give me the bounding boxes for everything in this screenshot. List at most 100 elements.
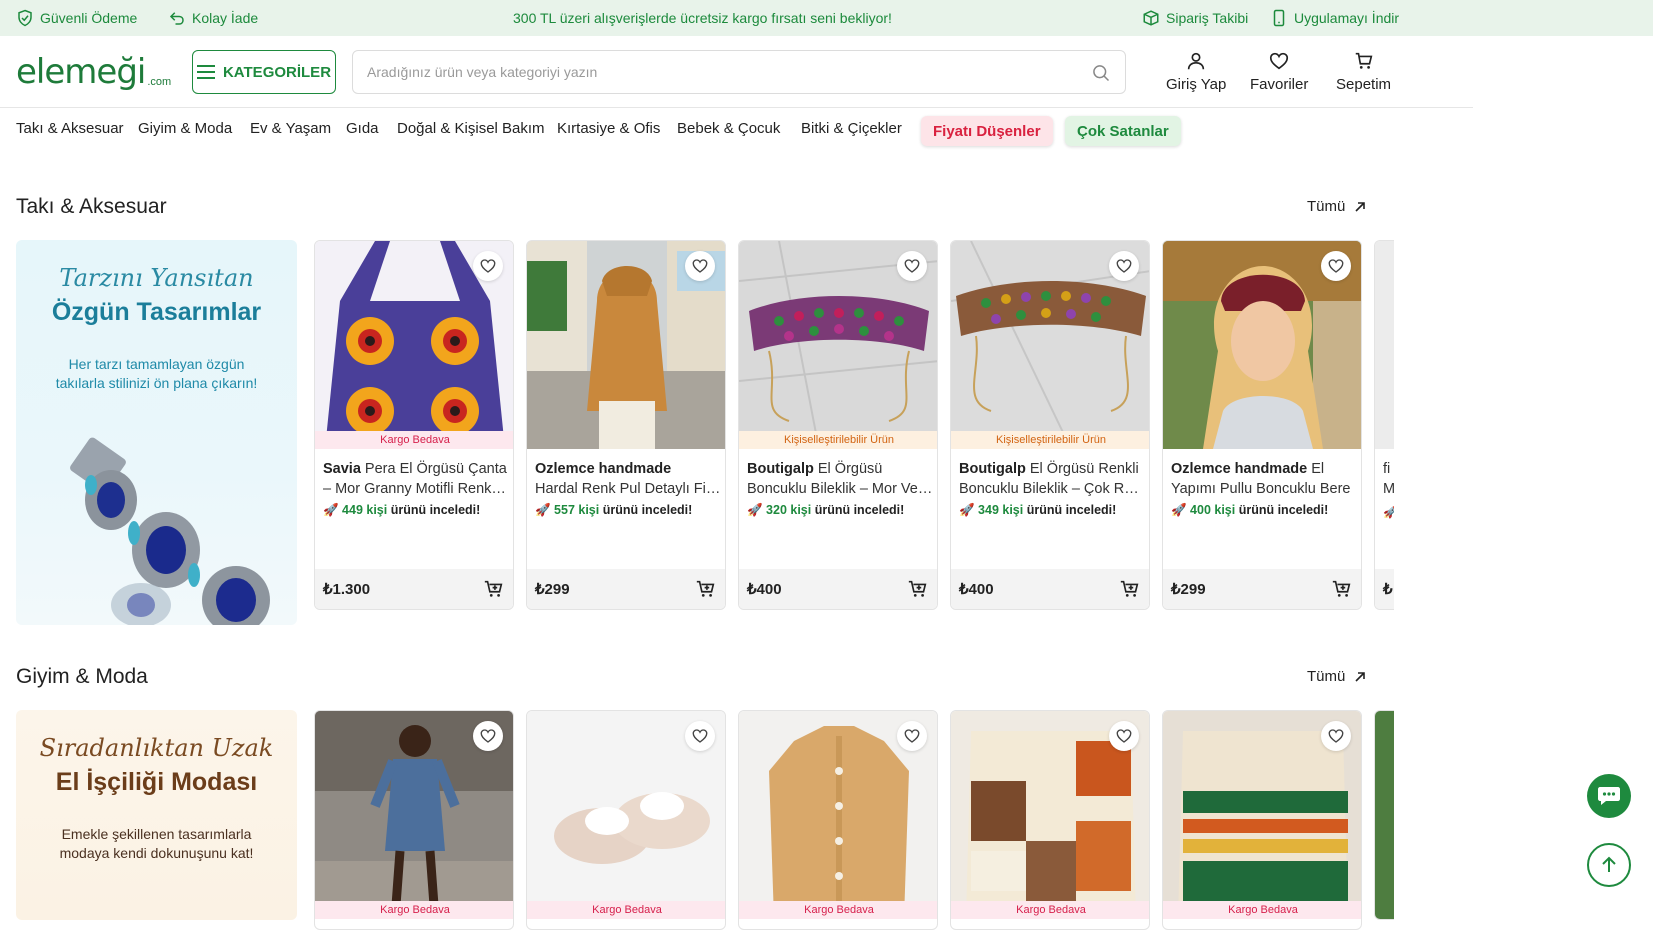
favorite-button[interactable] (685, 251, 715, 281)
download-app-link[interactable]: Uygulamayı İndir (1270, 0, 1399, 36)
nav-link-clothing[interactable]: Giyim & Moda (138, 120, 232, 137)
nav-link-plants[interactable]: Bitki & Çiçekler (801, 120, 902, 137)
top-info-bar: Güvenli Ödeme Kolay İade 300 TL üzeri al… (0, 0, 1653, 36)
jewelry-promo-banner[interactable]: Tarzını Yansıtan Özgün Tasarımlar Her ta… (16, 240, 297, 625)
product-card-partial[interactable] (1374, 710, 1394, 920)
heart-icon (480, 259, 496, 273)
favorite-button[interactable] (685, 721, 715, 751)
clothing-promo-banner[interactable]: Sıradanlıktan Uzak El İşçiliği Modası Em… (16, 710, 297, 920)
arrow-up-right-icon (1355, 671, 1366, 682)
heart-icon (692, 259, 708, 273)
add-to-cart-icon[interactable] (695, 578, 717, 600)
favorite-button[interactable] (1109, 721, 1139, 751)
site-logo[interactable]: elemeği .com (16, 50, 171, 90)
product-price: ₺400 (959, 581, 994, 598)
card-footer: ₺299 (527, 569, 725, 609)
banner-bold-text: El İşçiliği Modası (55, 768, 258, 796)
nav-link-jewelry[interactable]: Takı & Aksesuar (16, 120, 124, 137)
product-card[interactable]: Kargo Bedava (950, 710, 1150, 930)
card-footer: ₺1.300 (315, 569, 513, 609)
add-to-cart-icon[interactable] (483, 578, 505, 600)
free-shipping-tag: Kargo Bedava (951, 901, 1149, 919)
user-icon (1187, 52, 1205, 70)
shield-check-icon (18, 9, 32, 27)
favorite-button[interactable] (1109, 251, 1139, 281)
add-to-cart-icon[interactable] (1331, 578, 1353, 600)
easy-return-label: Kolay İade (192, 10, 259, 26)
search-input[interactable] (367, 51, 1067, 93)
product-card[interactable]: Kargo Bedava (738, 710, 938, 930)
card-footer: ₺299 (1163, 569, 1361, 609)
secure-payment-label: Güvenli Ödeme (40, 10, 138, 26)
favorite-button[interactable] (1321, 251, 1351, 281)
product-title-partial: fi M (1383, 459, 1394, 499)
free-shipping-tag: Kargo Bedava (315, 901, 513, 919)
login-button[interactable]: Giriş Yap (1166, 50, 1226, 93)
secure-payment-link[interactable]: Güvenli Ödeme (16, 0, 137, 36)
nav-link-food[interactable]: Gıda (346, 120, 379, 137)
heart-icon (904, 259, 920, 273)
nav-link-home[interactable]: Ev & Yaşam (250, 120, 331, 137)
price-drop-pill[interactable]: Fiyatı Düşenler (921, 116, 1053, 146)
see-all-jewelry-link[interactable]: Tümü (1307, 198, 1367, 215)
product-card[interactable]: Kişiselleştirilebilir Ürün Boutigalp El … (950, 240, 1150, 610)
see-all-clothing-link[interactable]: Tümü (1307, 668, 1367, 685)
product-card[interactable]: Kargo Bedava (526, 710, 726, 930)
favorites-label: Favoriler (1250, 76, 1309, 93)
categories-button[interactable]: KATEGORİLER (192, 50, 336, 94)
heart-icon (1328, 729, 1344, 743)
hamburger-icon (196, 65, 215, 79)
reviewers-count: 449 kişi (342, 503, 388, 517)
add-to-cart-icon[interactable] (907, 578, 929, 600)
product-card[interactable]: Kargo Bedava (1162, 710, 1362, 930)
banner-description: Her tarzı tamamlayan özgün takılarla sti… (55, 356, 258, 391)
category-nav: Takı & Aksesuar Giyim & Moda Ev & Yaşam … (0, 112, 1400, 152)
product-title: Boutigalp El Örgüsü Boncuklu Bileklik – … (747, 459, 933, 499)
arrow-up-icon (1602, 856, 1616, 872)
promo-label: 300 TL üzeri alışverişlerde ücretsiz kar… (513, 10, 892, 26)
product-price: ₺400 (747, 581, 782, 598)
logo-main-text: elemeği (16, 52, 146, 92)
best-sellers-pill[interactable]: Çok Satanlar (1065, 116, 1181, 146)
logo-sub-text: .com (147, 76, 172, 88)
chat-button[interactable] (1587, 774, 1631, 818)
favorite-button[interactable] (473, 251, 503, 281)
title-line1: Pera El Örgüsü Çanta (360, 461, 507, 477)
product-card-partial[interactable]: fi M 🚀 ₺ (1374, 240, 1394, 610)
product-price: ₺299 (535, 581, 570, 598)
favorite-button[interactable] (897, 251, 927, 281)
product-card[interactable]: Kargo Bedava Savia Pera El Örgüsü Çanta … (314, 240, 514, 610)
free-shipping-tag: Kargo Bedava (1163, 901, 1361, 919)
peek-rocket: 🚀 (1383, 505, 1394, 519)
favorite-button[interactable] (473, 721, 503, 751)
review-count: 🚀 400 kişi ürünü inceledi! (1171, 503, 1329, 517)
site-header: elemeği .com KATEGORİLER Giriş Yap Favor… (0, 36, 1473, 108)
cart-button[interactable]: Sepetim (1336, 50, 1391, 93)
review-count: 🚀 349 kişi ürünü inceledi! (959, 503, 1117, 517)
favorites-button[interactable]: Favoriler (1250, 50, 1308, 93)
favorite-button[interactable] (897, 721, 927, 751)
product-card[interactable]: Kargo Bedava (314, 710, 514, 930)
shop-name: Savia (323, 461, 361, 477)
review-suffix: ürünü inceledi! (811, 503, 905, 517)
title-line2: – Mor Granny Motifli Renkli Çanta (323, 481, 509, 497)
search-icon[interactable] (1091, 63, 1111, 83)
product-card[interactable]: Kişiselleştirilebilir Ürün Boutigalp El … (738, 240, 938, 610)
scroll-to-top-button[interactable] (1587, 843, 1631, 887)
nav-link-natural-care[interactable]: Doğal & Kişisel Bakım (397, 120, 545, 137)
easy-return-link[interactable]: Kolay İade (168, 0, 258, 36)
shop-name: Ozlemce handmade (1171, 461, 1308, 477)
order-tracking-link[interactable]: Sipariş Takibi (1142, 0, 1248, 36)
reviewers-count: 557 kişi (554, 503, 600, 517)
product-title: Ozlemce handmade Hardal Renk Pul Detaylı… (535, 459, 721, 499)
product-price: ₺299 (1171, 581, 1206, 598)
add-to-cart-icon[interactable] (1119, 578, 1141, 600)
product-card[interactable]: Ozlemce handmade Hardal Renk Pul Detaylı… (526, 240, 726, 610)
search-box (352, 50, 1126, 94)
favorite-button[interactable] (1321, 721, 1351, 751)
nav-link-baby-kids[interactable]: Bebek & Çocuk (677, 120, 780, 137)
product-price: ₺1.300 (323, 581, 371, 598)
product-card[interactable]: Ozlemce handmade El Yapımı Pullu Boncukl… (1162, 240, 1362, 610)
nav-link-stationery[interactable]: Kırtasiye & Ofis (557, 120, 660, 137)
reviewers-count: 349 kişi (978, 503, 1024, 517)
